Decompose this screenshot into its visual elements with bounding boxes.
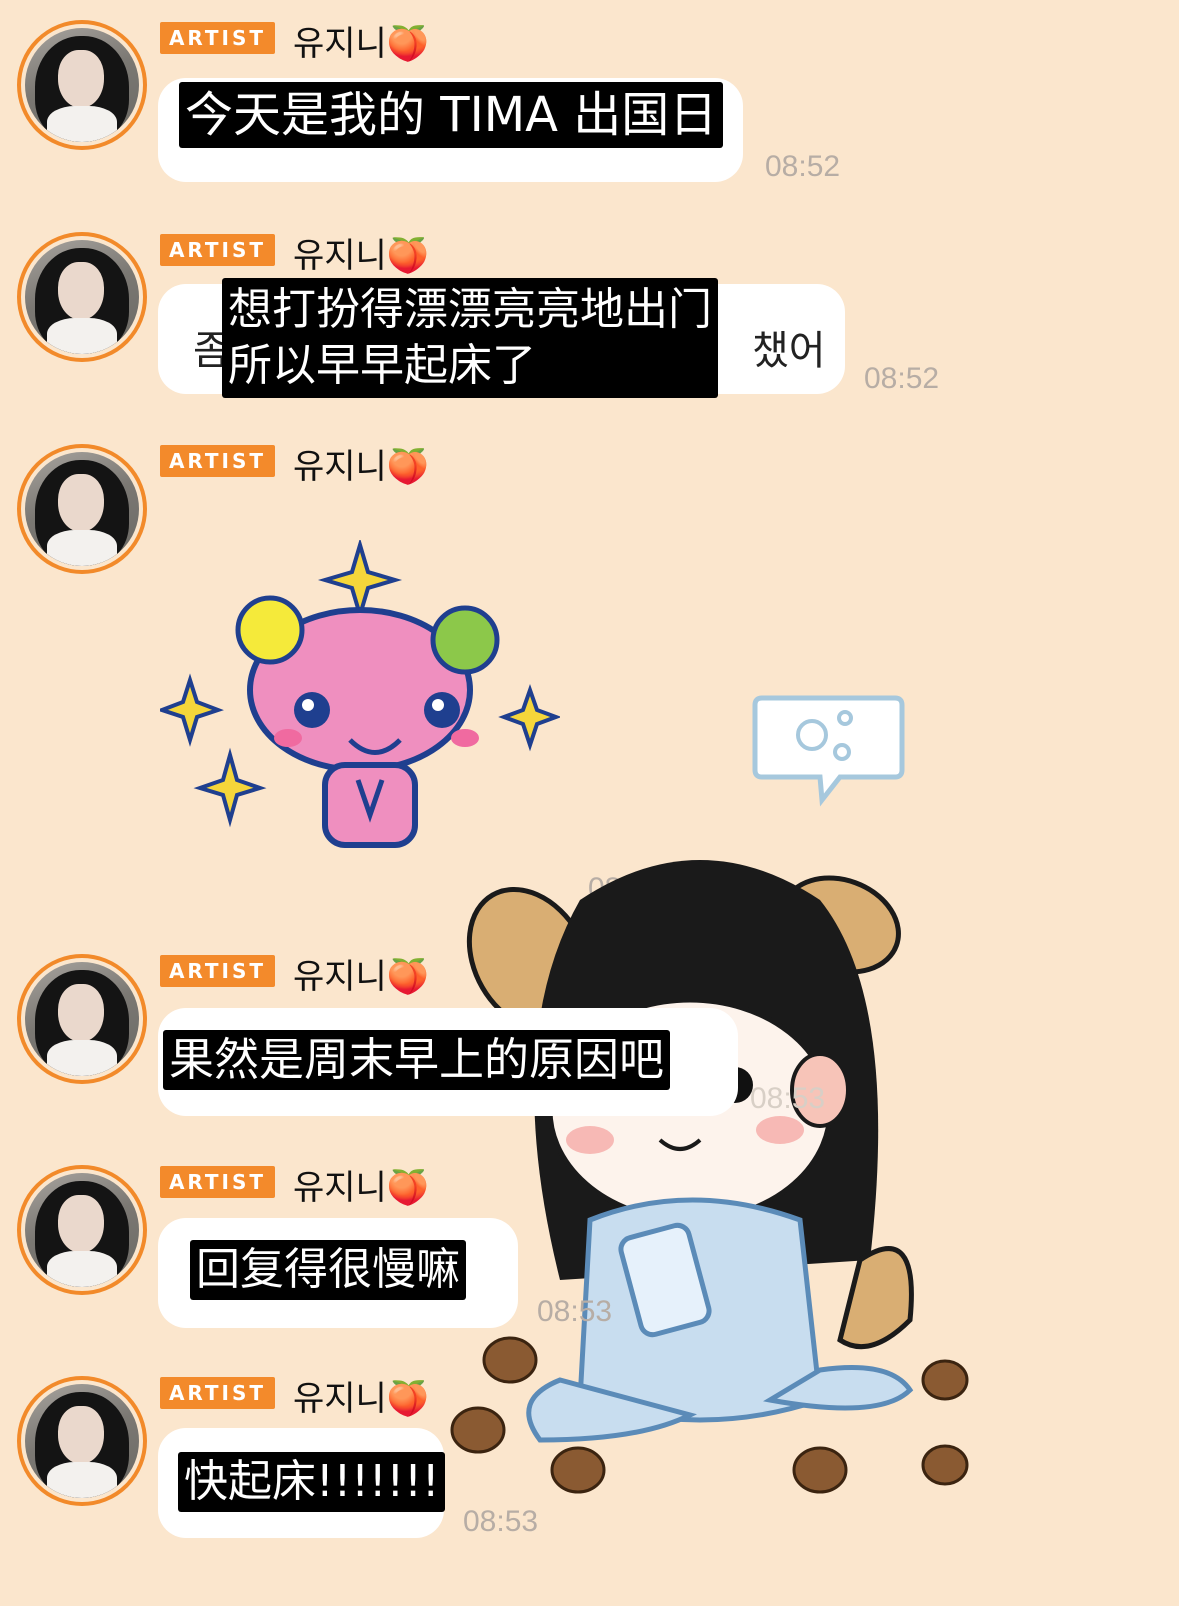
- sender-name: 유지니🍑: [293, 1168, 430, 1208]
- partial-korean-text: 챘어: [752, 328, 826, 374]
- message-time: 08:52: [765, 150, 841, 183]
- artist-badge: ARTIST: [160, 955, 275, 987]
- avatar[interactable]: [17, 954, 147, 1084]
- sparkle-icon: [498, 683, 560, 752]
- sticker-pink-character[interactable]: [160, 540, 560, 860]
- avatar[interactable]: [17, 20, 147, 150]
- sender-name: 유지니🍑: [293, 447, 430, 487]
- subtitle-text: 果然是周末早上的原因吧: [163, 1030, 671, 1090]
- decorative-speech-bubble: [752, 695, 905, 807]
- subtitle-text: 今天是我的 TIMA 出国日: [179, 82, 724, 148]
- sender-name: 유지니🍑: [293, 1379, 430, 1419]
- artist-badge: ARTIST: [160, 22, 275, 54]
- message-time: 08:53: [463, 1505, 539, 1538]
- sparkle-icon: [160, 673, 224, 747]
- artist-badge: ARTIST: [160, 1166, 275, 1198]
- artist-badge: ARTIST: [160, 445, 275, 477]
- avatar[interactable]: [17, 232, 147, 362]
- sparkle-icon: [317, 540, 403, 623]
- sender-name: 유지니🍑: [293, 236, 430, 276]
- sender-name: 유지니🍑: [293, 957, 430, 997]
- subtitle-text: 想打扮得漂漂亮亮地出门 所以早早起床了: [222, 278, 718, 398]
- avatar[interactable]: [17, 444, 147, 574]
- avatar[interactable]: [17, 1376, 147, 1506]
- sender-name: 유지니🍑: [293, 24, 430, 64]
- message-time: 08:52: [864, 362, 940, 395]
- subtitle-text: 回复得很慢嘛: [190, 1240, 466, 1300]
- artist-badge: ARTIST: [160, 234, 275, 266]
- avatar[interactable]: [17, 1165, 147, 1295]
- sparkle-icon: [193, 747, 267, 828]
- message-time: 08:53: [750, 1082, 826, 1115]
- decorative-illustration: [450, 860, 969, 1494]
- artist-badge: ARTIST: [160, 1377, 275, 1409]
- message-time: 08:53: [537, 1295, 613, 1328]
- subtitle-text: 快起床!!!!!!!: [178, 1452, 446, 1512]
